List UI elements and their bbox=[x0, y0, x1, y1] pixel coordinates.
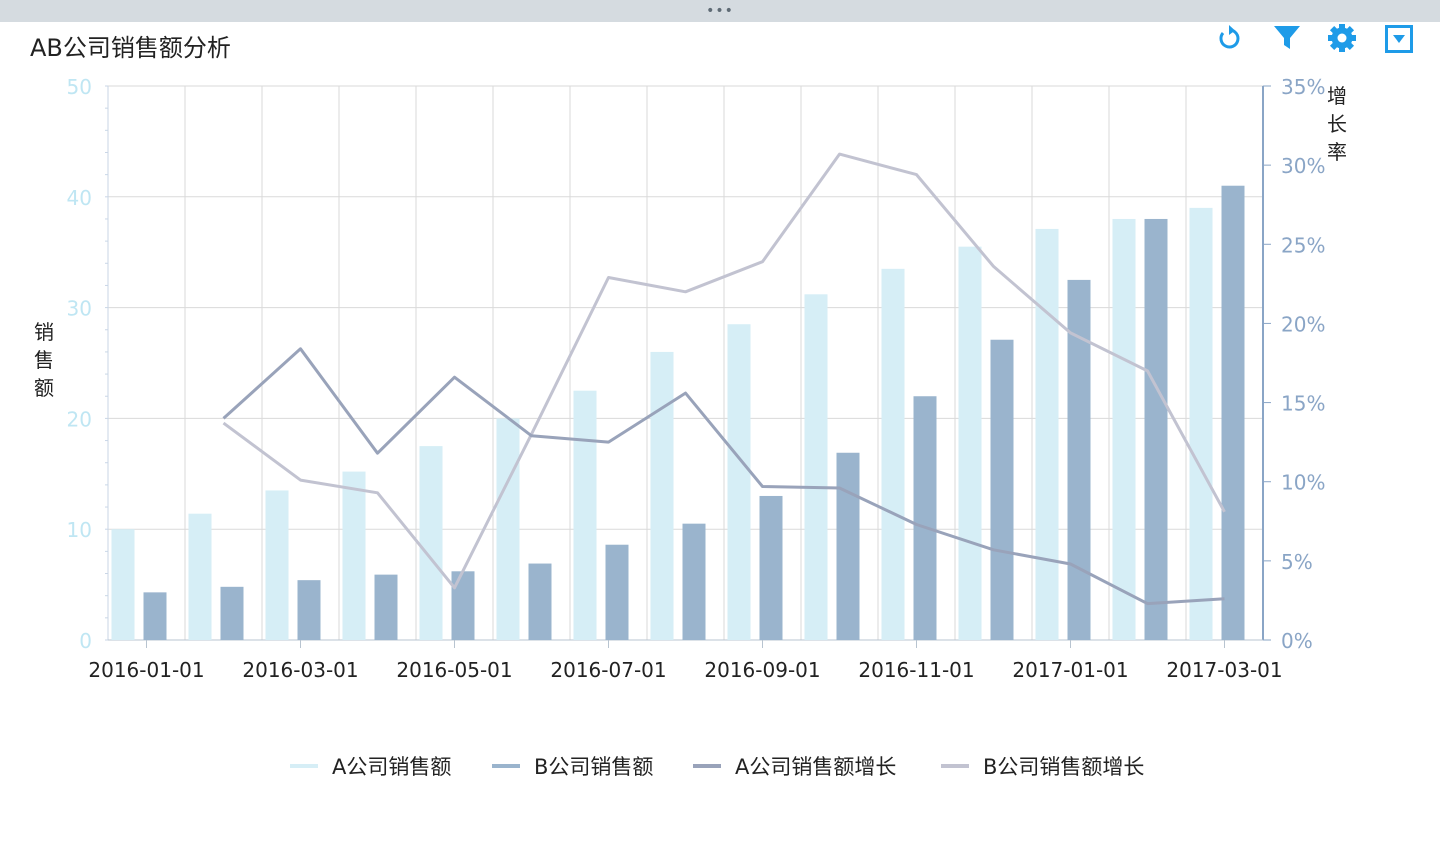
bar-b bbox=[374, 574, 398, 640]
bar-b bbox=[1221, 185, 1245, 640]
legend-label: B公司销售额增长 bbox=[983, 755, 1145, 779]
x-tick-label: 2016-07-01 bbox=[550, 658, 666, 682]
bar-a bbox=[111, 529, 135, 640]
bar-a bbox=[958, 246, 982, 640]
bar-a bbox=[419, 446, 443, 640]
y-left-tick-label: 40 bbox=[67, 186, 92, 210]
y-left-tick-label: 20 bbox=[67, 407, 92, 431]
legend-label: A公司销售额 bbox=[332, 755, 452, 779]
bar-b bbox=[451, 571, 475, 640]
legend-item[interactable]: A公司销售额增长 bbox=[693, 750, 896, 784]
bar-a bbox=[650, 351, 674, 640]
legend-label: A公司销售额增长 bbox=[735, 755, 897, 779]
bar-b bbox=[605, 544, 629, 640]
legend-item[interactable]: B公司销售额 bbox=[492, 750, 653, 784]
y-right-tick-label: 0% bbox=[1281, 629, 1313, 653]
bar-a bbox=[804, 294, 828, 640]
bar-a bbox=[1189, 207, 1213, 640]
y-right-tick-label: 30% bbox=[1281, 154, 1325, 178]
bar-a bbox=[727, 324, 751, 640]
y-left-tick-label: 0 bbox=[79, 629, 92, 653]
legend: A公司销售额 B公司销售额 A公司销售额增长 B公司销售额增长 bbox=[0, 750, 1440, 784]
x-tick-label: 2017-03-01 bbox=[1166, 658, 1282, 682]
legend-swatch bbox=[492, 764, 520, 768]
y-right-tick-label: 10% bbox=[1281, 471, 1325, 495]
legend-label: B公司销售额 bbox=[534, 755, 654, 779]
bar-a bbox=[573, 390, 597, 640]
bar-a bbox=[881, 268, 905, 640]
legend-item[interactable]: A公司销售额 bbox=[290, 750, 451, 784]
bar-b bbox=[990, 339, 1014, 640]
bar-b bbox=[143, 592, 167, 640]
y-right-tick-label: 5% bbox=[1281, 550, 1313, 574]
y-right-tick-label: 20% bbox=[1281, 312, 1325, 336]
bar-b bbox=[836, 452, 860, 640]
y-right-tick-label: 35% bbox=[1281, 75, 1325, 99]
x-tick-label: 2016-09-01 bbox=[704, 658, 820, 682]
legend-swatch bbox=[693, 764, 721, 768]
legend-swatch bbox=[290, 764, 318, 768]
bar-b bbox=[528, 563, 552, 640]
chart-plot: 0 10 20 30 40 50 0% 5% 10% 15% 20% 25% 30% 35% 2016-01… bbox=[67, 75, 1326, 682]
bar-b bbox=[913, 396, 937, 640]
bar-b bbox=[1144, 218, 1168, 640]
y-left-tick-label: 50 bbox=[67, 75, 92, 99]
x-tick-label: 2016-01-01 bbox=[88, 658, 204, 682]
x-tick-label: 2016-03-01 bbox=[242, 658, 358, 682]
bar-b bbox=[220, 586, 244, 640]
bar-a bbox=[342, 471, 366, 640]
x-tick-label: 2016-05-01 bbox=[396, 658, 512, 682]
bar-b bbox=[759, 495, 783, 640]
bar-a bbox=[188, 513, 212, 640]
y-left-tick-label: 10 bbox=[67, 518, 92, 542]
x-tick-label: 2016-11-01 bbox=[858, 658, 974, 682]
y-right-tick-label: 25% bbox=[1281, 233, 1325, 257]
bar-b bbox=[682, 523, 706, 640]
x-tick-label: 2017-01-01 bbox=[1012, 658, 1128, 682]
bar-a bbox=[496, 418, 520, 640]
legend-swatch bbox=[941, 764, 969, 768]
y-right-tick-label: 15% bbox=[1281, 392, 1325, 416]
bar-a bbox=[1112, 218, 1136, 640]
bar-a bbox=[1035, 228, 1059, 640]
legend-item[interactable]: B公司销售额增长 bbox=[941, 750, 1144, 784]
bar-b bbox=[297, 580, 321, 640]
y-left-tick-label: 30 bbox=[67, 297, 92, 321]
bar-a bbox=[265, 490, 289, 640]
